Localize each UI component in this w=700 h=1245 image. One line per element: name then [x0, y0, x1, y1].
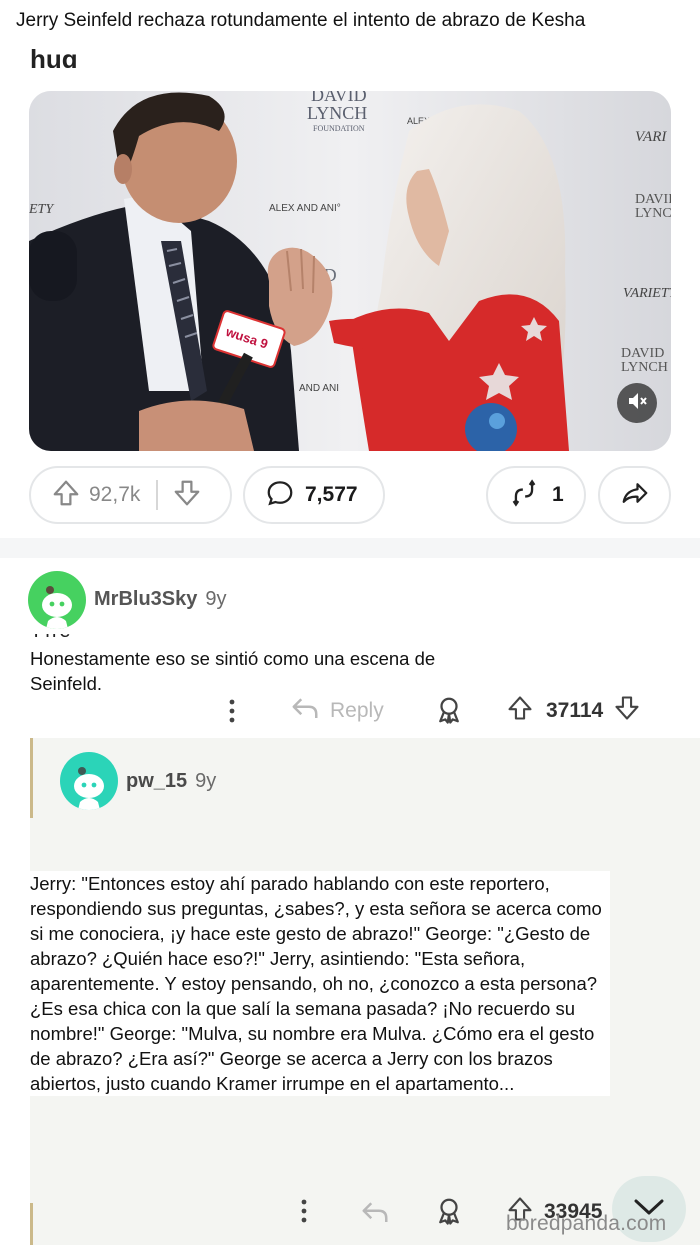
vote-divider: [156, 480, 159, 510]
post-title-fragment: hug: [30, 44, 78, 68]
comment-count: 7,577: [305, 483, 358, 506]
mute-button[interactable]: [617, 383, 657, 423]
obscured-text-fragment: The · · · · · · · · · · · · · · · · · · …: [30, 634, 550, 644]
reply-label: Reply: [330, 699, 384, 722]
mute-icon: [626, 390, 648, 417]
downvote-icon[interactable]: [613, 694, 641, 728]
svg-text:FOUNDATION: FOUNDATION: [313, 124, 365, 133]
comment-age: 9y: [205, 588, 227, 610]
comment-username[interactable]: pw_15: [126, 770, 187, 793]
svg-text:ETY: ETY: [29, 202, 55, 217]
more-icon[interactable]: [294, 1198, 314, 1229]
section-divider: [0, 538, 700, 558]
downvote-icon[interactable]: [172, 478, 202, 513]
svg-text:DAVID: DAVID: [621, 346, 664, 361]
reply-icon[interactable]: [360, 1198, 390, 1231]
thread-line[interactable]: [30, 1203, 33, 1245]
svg-text:LYNCH: LYNCH: [307, 103, 367, 123]
comment-icon: [265, 478, 295, 513]
comment-body: Jerry: "Entonces estoy ahí parado hablan…: [30, 871, 610, 1096]
comment-actions: Reply 37114: [220, 690, 660, 730]
share-icon: [620, 478, 650, 513]
svg-text:LYNCH: LYNCH: [621, 360, 668, 375]
svg-text:AND ANI: AND ANI: [299, 383, 339, 394]
reply-icon: [290, 694, 320, 728]
award-icon[interactable]: [434, 695, 464, 730]
upvote-icon[interactable]: [51, 478, 81, 513]
post-image[interactable]: DAVID LYNCH FOUNDATION ALEX AND ANI° ALE…: [29, 91, 671, 451]
comment-username[interactable]: MrBlu3Sky: [94, 588, 197, 611]
vote-control: 92,7k: [29, 466, 232, 524]
photo-illustration: DAVID LYNCH FOUNDATION ALEX AND ANI° ALE…: [29, 91, 671, 451]
crosspost-count: 1: [552, 483, 564, 506]
award-icon[interactable]: [434, 1196, 464, 1231]
more-icon[interactable]: [222, 698, 242, 729]
upvote-count: 92,7k: [89, 483, 141, 506]
crosspost-icon: [510, 478, 538, 513]
watermark: boredpanda.com: [506, 1212, 667, 1235]
comment-vote: 37114: [506, 694, 641, 728]
svg-text:VARIETY: VARIETY: [623, 286, 671, 301]
caption: Jerry Seinfeld rechaza rotundamente el i…: [16, 8, 616, 33]
avatar[interactable]: [60, 752, 118, 810]
crosspost-button[interactable]: 1: [486, 466, 586, 524]
svg-text:VARI: VARI: [635, 129, 667, 145]
avatar[interactable]: [28, 571, 86, 629]
vote-count: 37114: [546, 699, 604, 722]
comment-age: 9y: [195, 770, 217, 792]
svg-text:DAVID: DAVID: [635, 192, 671, 207]
thread-line[interactable]: [30, 738, 33, 818]
comment-body: Honestamente eso se sintió como una esce…: [30, 646, 490, 696]
upvote-icon[interactable]: [506, 694, 534, 728]
svg-text:ALEX AND ANI°: ALEX AND ANI°: [269, 203, 341, 214]
reply-button[interactable]: Reply: [290, 694, 384, 728]
svg-text:LYNCH: LYNCH: [635, 206, 671, 221]
comments-button[interactable]: 7,577: [243, 466, 385, 524]
share-button[interactable]: [598, 466, 671, 524]
